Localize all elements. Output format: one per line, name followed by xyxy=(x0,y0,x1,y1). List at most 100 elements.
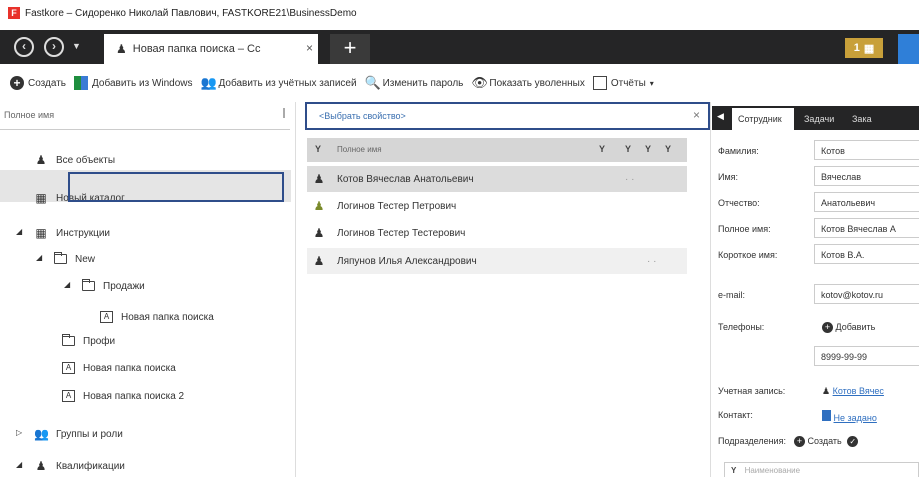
panel-divider[interactable] xyxy=(295,102,296,477)
field-label: e-mail: xyxy=(718,290,746,300)
reports-label: Отчёты xyxy=(610,77,646,89)
create-division-button[interactable]: + Создать ✓ xyxy=(794,436,859,447)
add-from-windows-button[interactable]: Добавить из Windows xyxy=(74,76,193,90)
change-password-button[interactable]: 🔍 Изменить пароль xyxy=(365,76,464,90)
expand-toggle-icon[interactable]: ◢ xyxy=(36,253,42,262)
notification-counter[interactable]: 1 ▦ xyxy=(845,38,883,58)
lastname-input[interactable]: Котов xyxy=(814,140,919,160)
catalog-icon: ▦ xyxy=(35,191,47,205)
user-badge[interactable] xyxy=(898,34,919,64)
close-icon[interactable]: × xyxy=(693,108,700,122)
tree-item-qualifications[interactable]: ♟ Квалификации xyxy=(34,453,125,477)
person-icon: ♟ xyxy=(313,199,325,213)
tree-item-instructions[interactable]: ▦ Инструкции xyxy=(34,220,110,246)
row-dots: · · xyxy=(647,256,657,267)
table-row[interactable]: ♟ Логинов Тестер Тестерович xyxy=(307,220,687,246)
property-selector[interactable]: <Выбрать свойство> × xyxy=(305,102,710,130)
back-icon[interactable]: ‹ xyxy=(14,37,34,57)
create-button[interactable]: + Создать xyxy=(10,76,66,90)
plus-circle-icon: + xyxy=(822,322,833,333)
add-phone-button[interactable]: + Добавить xyxy=(822,322,875,333)
shortname-input[interactable]: Котов В.А. xyxy=(814,244,919,264)
field-label: Отчество: xyxy=(718,198,760,208)
window-title: Fastkore – Сидоренко Николай Павлович, F… xyxy=(25,7,357,19)
column-header-fullname[interactable]: Полное имя xyxy=(337,145,382,154)
show-dismissed-button[interactable]: 👁 Показать уволенных xyxy=(471,76,584,90)
filter-icon[interactable]: Y xyxy=(315,144,321,154)
grid-icon: ▦ xyxy=(863,42,875,55)
chevron-left-icon[interactable]: ◀ xyxy=(717,111,724,122)
qualification-icon: ♟ xyxy=(35,459,47,473)
table-row[interactable]: ♟ Логинов Тестер Петрович xyxy=(307,193,687,219)
add-from-accounts-label: Добавить из учётных записей xyxy=(218,77,357,89)
tree-item-label: Группы и роли xyxy=(56,428,123,440)
field-email: e-mail: kotov@kotov.ru xyxy=(714,284,919,308)
chevron-down-icon[interactable]: ▼ xyxy=(72,41,81,51)
report-icon xyxy=(592,76,607,90)
tree-item-profi[interactable]: Профи xyxy=(62,328,115,354)
collapse-toggle-icon[interactable]: ▷ xyxy=(16,428,22,437)
field-lastname: Фамилия: Котов xyxy=(714,140,919,164)
field-label: Короткое имя: xyxy=(718,250,778,260)
table-row[interactable]: ♟ Котов Вячеслав Анатольевич · · xyxy=(307,166,687,192)
expand-toggle-icon[interactable]: ◢ xyxy=(16,227,22,236)
contact-link[interactable]: Не задано xyxy=(822,410,877,423)
filter-icon[interactable]: Y xyxy=(599,144,605,154)
folder-icon xyxy=(62,334,75,346)
column-header-name[interactable]: Наименование xyxy=(745,466,800,475)
add-phone-label: Добавить xyxy=(835,322,876,332)
chevron-down-icon: ▾ xyxy=(649,78,654,88)
person-icon: ♟ xyxy=(313,254,325,268)
tree-item-sales[interactable]: Продажи xyxy=(82,273,145,299)
tab-tasks[interactable]: Задачи xyxy=(804,114,834,124)
add-from-accounts-button[interactable]: 👥 Добавить из учётных записей xyxy=(201,76,357,90)
fullname-input[interactable]: Котов Вячеслав А xyxy=(814,218,919,238)
filter-icon[interactable]: Y xyxy=(625,144,631,154)
tree-item-all-objects[interactable]: ♟ Все объекты xyxy=(34,147,115,173)
tab-label: Новая папка поиска – Сс xyxy=(132,43,261,55)
panel-divider[interactable] xyxy=(710,102,711,477)
forward-icon[interactable]: › xyxy=(44,37,64,57)
tab-search-folder[interactable]: ♟ Новая папка поиска – Сс × xyxy=(104,34,318,64)
tab-orders[interactable]: Зака xyxy=(852,114,872,124)
patronymic-input[interactable]: Анатольевич xyxy=(814,192,919,212)
close-icon[interactable]: × xyxy=(306,41,313,55)
property-selector-label: <Выбрать свойство> xyxy=(319,111,406,121)
field-contact: Контакт: Не задано xyxy=(714,404,919,428)
folder-icon xyxy=(54,252,67,264)
filter-icon[interactable]: Y xyxy=(731,466,736,475)
new-tab-button[interactable]: + xyxy=(330,34,370,64)
tree-item-label: Все объекты xyxy=(56,154,116,166)
tree-item-search-folder-2[interactable]: A Новая папка поиска 2 xyxy=(62,383,184,409)
account-link[interactable]: ♟ Котов Вячес xyxy=(822,386,884,397)
reports-button[interactable]: Отчёты ▾ xyxy=(592,76,654,90)
table-row[interactable]: ♟ Ляпунов Илья Александрович · · xyxy=(307,248,687,274)
tree-item-search-folder-selected[interactable]: A Новая папка поиска xyxy=(100,304,214,330)
field-label: Телефоны: xyxy=(718,322,765,332)
row-name: Логинов Тестер Тестерович xyxy=(337,227,466,239)
tree-item-new[interactable]: New xyxy=(54,246,95,272)
filter-icon[interactable]: Y xyxy=(665,144,671,154)
field-divisions: Подразделения: + Создать ✓ xyxy=(714,430,919,454)
left-panel-header[interactable]: Полное имя xyxy=(0,102,290,130)
tab-employee[interactable]: Сотрудник xyxy=(732,108,794,130)
email-input[interactable]: kotov@kotov.ru xyxy=(814,284,919,304)
tree-item-label: Продажи xyxy=(103,280,145,292)
row-name: Ляпунов Илья Александрович xyxy=(337,255,477,267)
field-label: Полное имя: xyxy=(718,224,771,234)
plus-circle-icon: + xyxy=(794,436,805,447)
tree-item-label: Новая папка поиска xyxy=(83,362,176,374)
person-icon: ♟ xyxy=(116,42,127,56)
expand-toggle-icon[interactable]: ◢ xyxy=(64,280,70,289)
change-password-label: Изменить пароль xyxy=(382,77,464,89)
selection-outline xyxy=(68,172,284,202)
filter-icon[interactable]: Y xyxy=(645,144,651,154)
phone-input[interactable]: 8999-99-99 xyxy=(814,346,919,366)
tree-item-groups-roles[interactable]: 👥 Группы и роли xyxy=(34,421,123,447)
tree-item-search-folder[interactable]: A Новая папка поиска xyxy=(62,355,176,381)
field-label: Контакт: xyxy=(718,410,753,420)
create-label: Создать xyxy=(28,77,67,89)
expand-toggle-icon[interactable]: ◢ xyxy=(16,460,22,469)
firstname-input[interactable]: Вячеслав xyxy=(814,166,919,186)
catalog-icon: ▦ xyxy=(35,226,47,240)
